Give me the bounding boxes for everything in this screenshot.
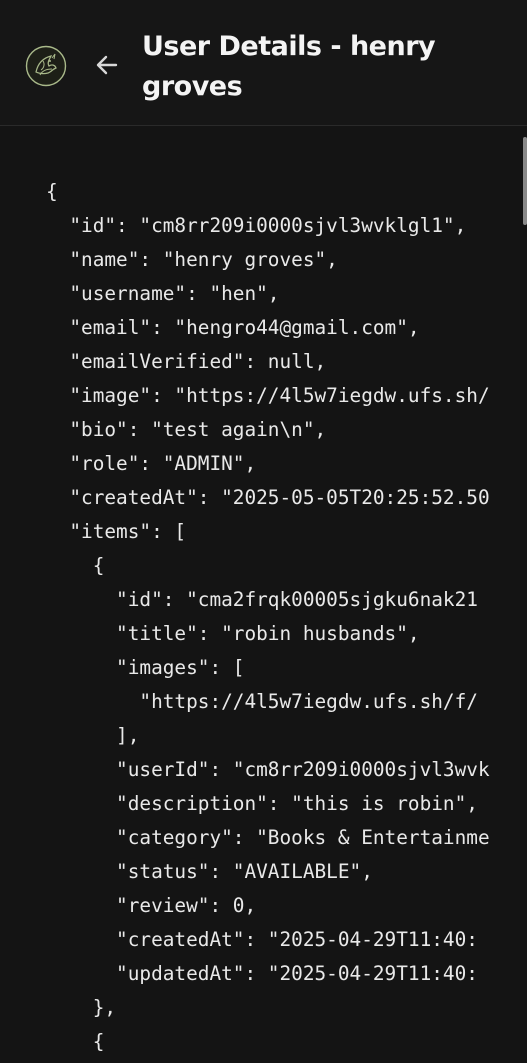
- json-line: "updatedAt": "2025-04-29T11:40:: [46, 962, 478, 985]
- json-line: "status": "AVAILABLE",: [46, 860, 373, 883]
- back-button[interactable]: [90, 48, 124, 82]
- json-line: "name": "henry groves",: [46, 248, 338, 271]
- scrollbar[interactable]: [522, 127, 527, 1063]
- json-line: "title": "robin husbands",: [46, 622, 420, 645]
- json-line: "review": 0,: [46, 894, 257, 917]
- json-line: ],: [46, 724, 140, 747]
- page-title: User Details - henry groves: [142, 31, 436, 102]
- scrollbar-thumb[interactable]: [523, 137, 527, 225]
- json-line: "createdAt": "2025-04-29T11:40:: [46, 928, 478, 951]
- json-line: "emailVerified": null,: [46, 350, 327, 373]
- json-line: "category": "Books & Entertainme: [46, 826, 490, 849]
- json-viewer[interactable]: { "id": "cm8rr209i0000sjvl3wvklgl1", "na…: [0, 127, 527, 1063]
- page-header: User Details - henry groves: [0, 0, 527, 126]
- json-line: },: [46, 996, 117, 1019]
- json-line: "userId": "cm8rr209i0000sjvl3wvk: [46, 758, 490, 781]
- json-line: "description": "this is robin",: [46, 792, 478, 815]
- json-line: "id": "cma2frqk00005sjgku6nak21: [46, 588, 478, 611]
- json-line: "id": "cm8rr209i0000sjvl3wvklgl1",: [46, 214, 467, 237]
- json-line: {: [46, 554, 105, 577]
- json-line: "bio": "test again\n",: [46, 418, 327, 441]
- json-line: "items": [: [46, 520, 187, 543]
- json-line: "email": "hengro44@gmail.com",: [46, 316, 420, 339]
- json-line: "images": [: [46, 656, 245, 679]
- json-line: "username": "hen",: [46, 282, 280, 305]
- user-details-screen: User Details - henry groves { "id": "cm8…: [0, 0, 527, 1063]
- json-line: "role": "ADMIN",: [46, 452, 257, 475]
- user-json-code: { "id": "cm8rr209i0000sjvl3wvklgl1", "na…: [46, 175, 490, 1059]
- json-line: {: [46, 180, 58, 203]
- json-line: "image": "https://4l5w7iegdw.ufs.sh/: [46, 384, 490, 407]
- wolf-leaf-emblem-icon[interactable]: [25, 45, 67, 87]
- json-line: "createdAt": "2025-05-05T20:25:52.50: [46, 486, 490, 509]
- arrow-left-icon: [96, 55, 118, 75]
- json-line: "https://4l5w7iegdw.ufs.sh/f/: [46, 690, 478, 713]
- json-line: {: [46, 1030, 105, 1053]
